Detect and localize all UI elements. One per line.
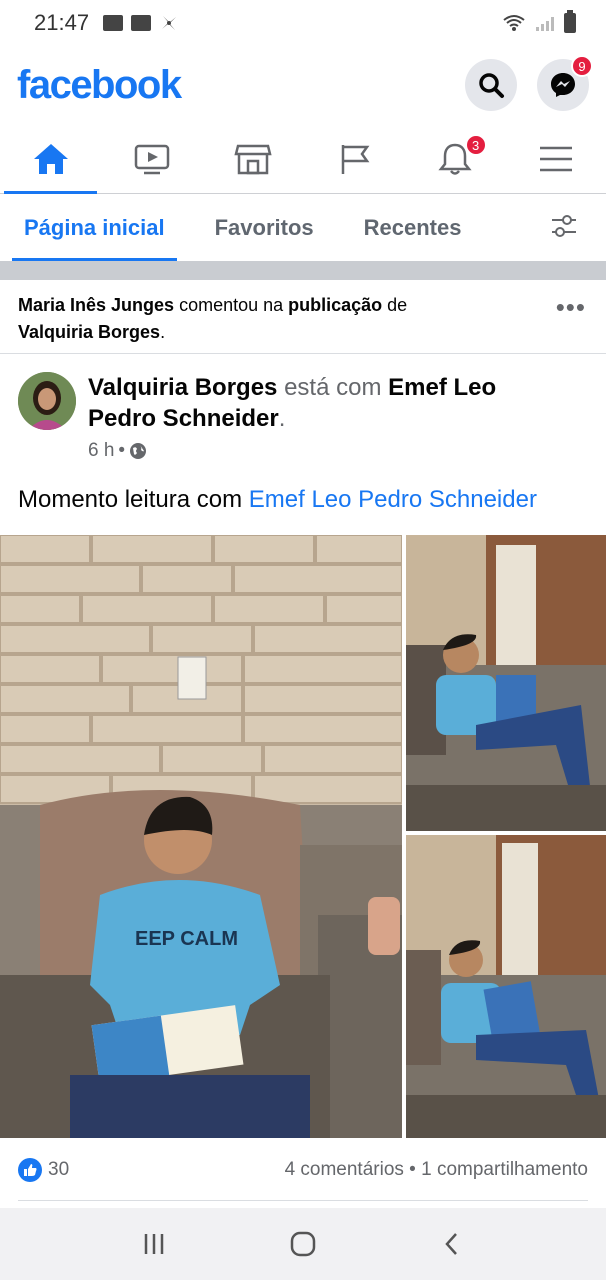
more-options-icon[interactable]: •••: [556, 294, 586, 321]
activity-prep: de: [382, 295, 408, 315]
messenger-badge: 9: [571, 55, 593, 77]
reactions-divider: [18, 1200, 588, 1201]
post-text: Momento leitura com Emef Leo Pedro Schne…: [18, 486, 537, 514]
post-tagged-page-cont[interactable]: Pedro Schneider: [88, 405, 279, 432]
messenger-button[interactable]: 9: [537, 55, 593, 111]
post-title: Valquiria Borges está com Emef Leo Pedro…: [88, 372, 578, 434]
avatar[interactable]: [18, 372, 76, 430]
status-notification-icons: [103, 13, 179, 33]
android-navigation-bar: [0, 1208, 606, 1280]
activity-owner[interactable]: Valquiria Borges: [18, 322, 160, 342]
facebook-mobile-feed: 21:47 facebook 9 3 Página inicial Favori…: [0, 0, 606, 1280]
wifi-icon: [503, 15, 525, 31]
svg-text:EEP CALM: EEP CALM: [135, 928, 238, 950]
activity-verb: comentou na: [174, 295, 289, 315]
status-time: 21:47: [34, 10, 90, 35]
post-text-link[interactable]: Emef Leo Pedro Schneider: [249, 486, 537, 513]
status-bar: 21:47: [0, 0, 606, 46]
recent-apps-icon[interactable]: [142, 1232, 166, 1256]
home-button-icon[interactable]: [290, 1231, 316, 1257]
hamburger-menu-icon: [539, 146, 572, 171]
feed-filter-button[interactable]: [550, 214, 578, 243]
vpn-key-icon: [131, 15, 152, 31]
photo-boy-reading-sofa: EEP CALM: [0, 535, 402, 1138]
post-photo-side-2[interactable]: [406, 835, 606, 1138]
messenger-icon: [551, 73, 575, 97]
feed-tabs: Página inicial Favoritos Recentes: [0, 195, 606, 261]
feed-separator: [0, 261, 606, 280]
globe-icon: [130, 443, 147, 459]
post-tagged-page[interactable]: Emef Leo: [388, 374, 496, 401]
activity-object[interactable]: publicação: [288, 295, 382, 315]
photo-boy-reading-side: [406, 535, 606, 831]
nav-pages[interactable]: [303, 124, 404, 193]
gallery-icon: [103, 15, 124, 31]
post-photos: EEP CALM: [0, 535, 606, 1138]
post-reactions: 30 4 comentários • 1 compartilhamento: [0, 1150, 606, 1190]
post-photo-side-1[interactable]: [406, 535, 606, 831]
activity-end: .: [160, 322, 166, 342]
like-reaction-icon: [18, 1158, 42, 1182]
reactions-separator: •: [403, 1159, 422, 1180]
comments-count[interactable]: 4 comentários: [285, 1159, 404, 1180]
post-author[interactable]: Valquiria Borges: [88, 374, 277, 401]
post-header: Valquiria Borges está com Emef Leo Pedro…: [0, 370, 606, 470]
tab-favorites[interactable]: Favoritos: [203, 195, 326, 261]
fan-icon: [162, 16, 177, 30]
battery-icon: [564, 10, 576, 33]
photo-boy-reading-side-2: [406, 835, 606, 1138]
avatar-image: [18, 372, 76, 430]
nav-watch[interactable]: [101, 124, 202, 193]
flag-icon: [341, 144, 369, 174]
shares-count[interactable]: 1 compartilhamento: [421, 1159, 588, 1180]
activity-actor[interactable]: Maria Inês Junges: [18, 295, 174, 315]
post-title-period: .: [278, 405, 286, 432]
tab-recent[interactable]: Recentes: [352, 195, 474, 261]
filter-sliders-icon: [552, 214, 576, 237]
main-nav: 3: [0, 124, 606, 194]
post-with-text: está com: [277, 374, 389, 401]
nav-notifications[interactable]: 3: [404, 124, 505, 193]
activity-header: Maria Inês Junges comentou na publicação…: [0, 280, 606, 354]
marketplace-icon: [233, 144, 272, 174]
back-icon[interactable]: [440, 1232, 464, 1256]
post-meta-dot: •: [118, 440, 126, 461]
app-header: facebook 9: [0, 46, 606, 124]
notifications-badge: 3: [464, 134, 487, 156]
facebook-logo[interactable]: facebook: [17, 63, 182, 108]
post-photo-main[interactable]: EEP CALM: [0, 535, 402, 1138]
post-text-body: Momento leitura com: [18, 486, 249, 513]
nav-marketplace[interactable]: [202, 124, 303, 193]
likes-count[interactable]: 30: [48, 1159, 69, 1181]
search-button[interactable]: [465, 59, 517, 111]
post-time[interactable]: 6 h: [88, 440, 114, 462]
post-meta: 6 h •: [88, 440, 147, 462]
search-icon: [479, 73, 504, 98]
nav-menu[interactable]: [505, 124, 606, 193]
signal-icon: [536, 15, 554, 31]
home-icon: [33, 143, 68, 174]
nav-home[interactable]: [0, 124, 101, 194]
video-icon: [134, 144, 169, 174]
tab-home[interactable]: Página inicial: [12, 195, 177, 261]
